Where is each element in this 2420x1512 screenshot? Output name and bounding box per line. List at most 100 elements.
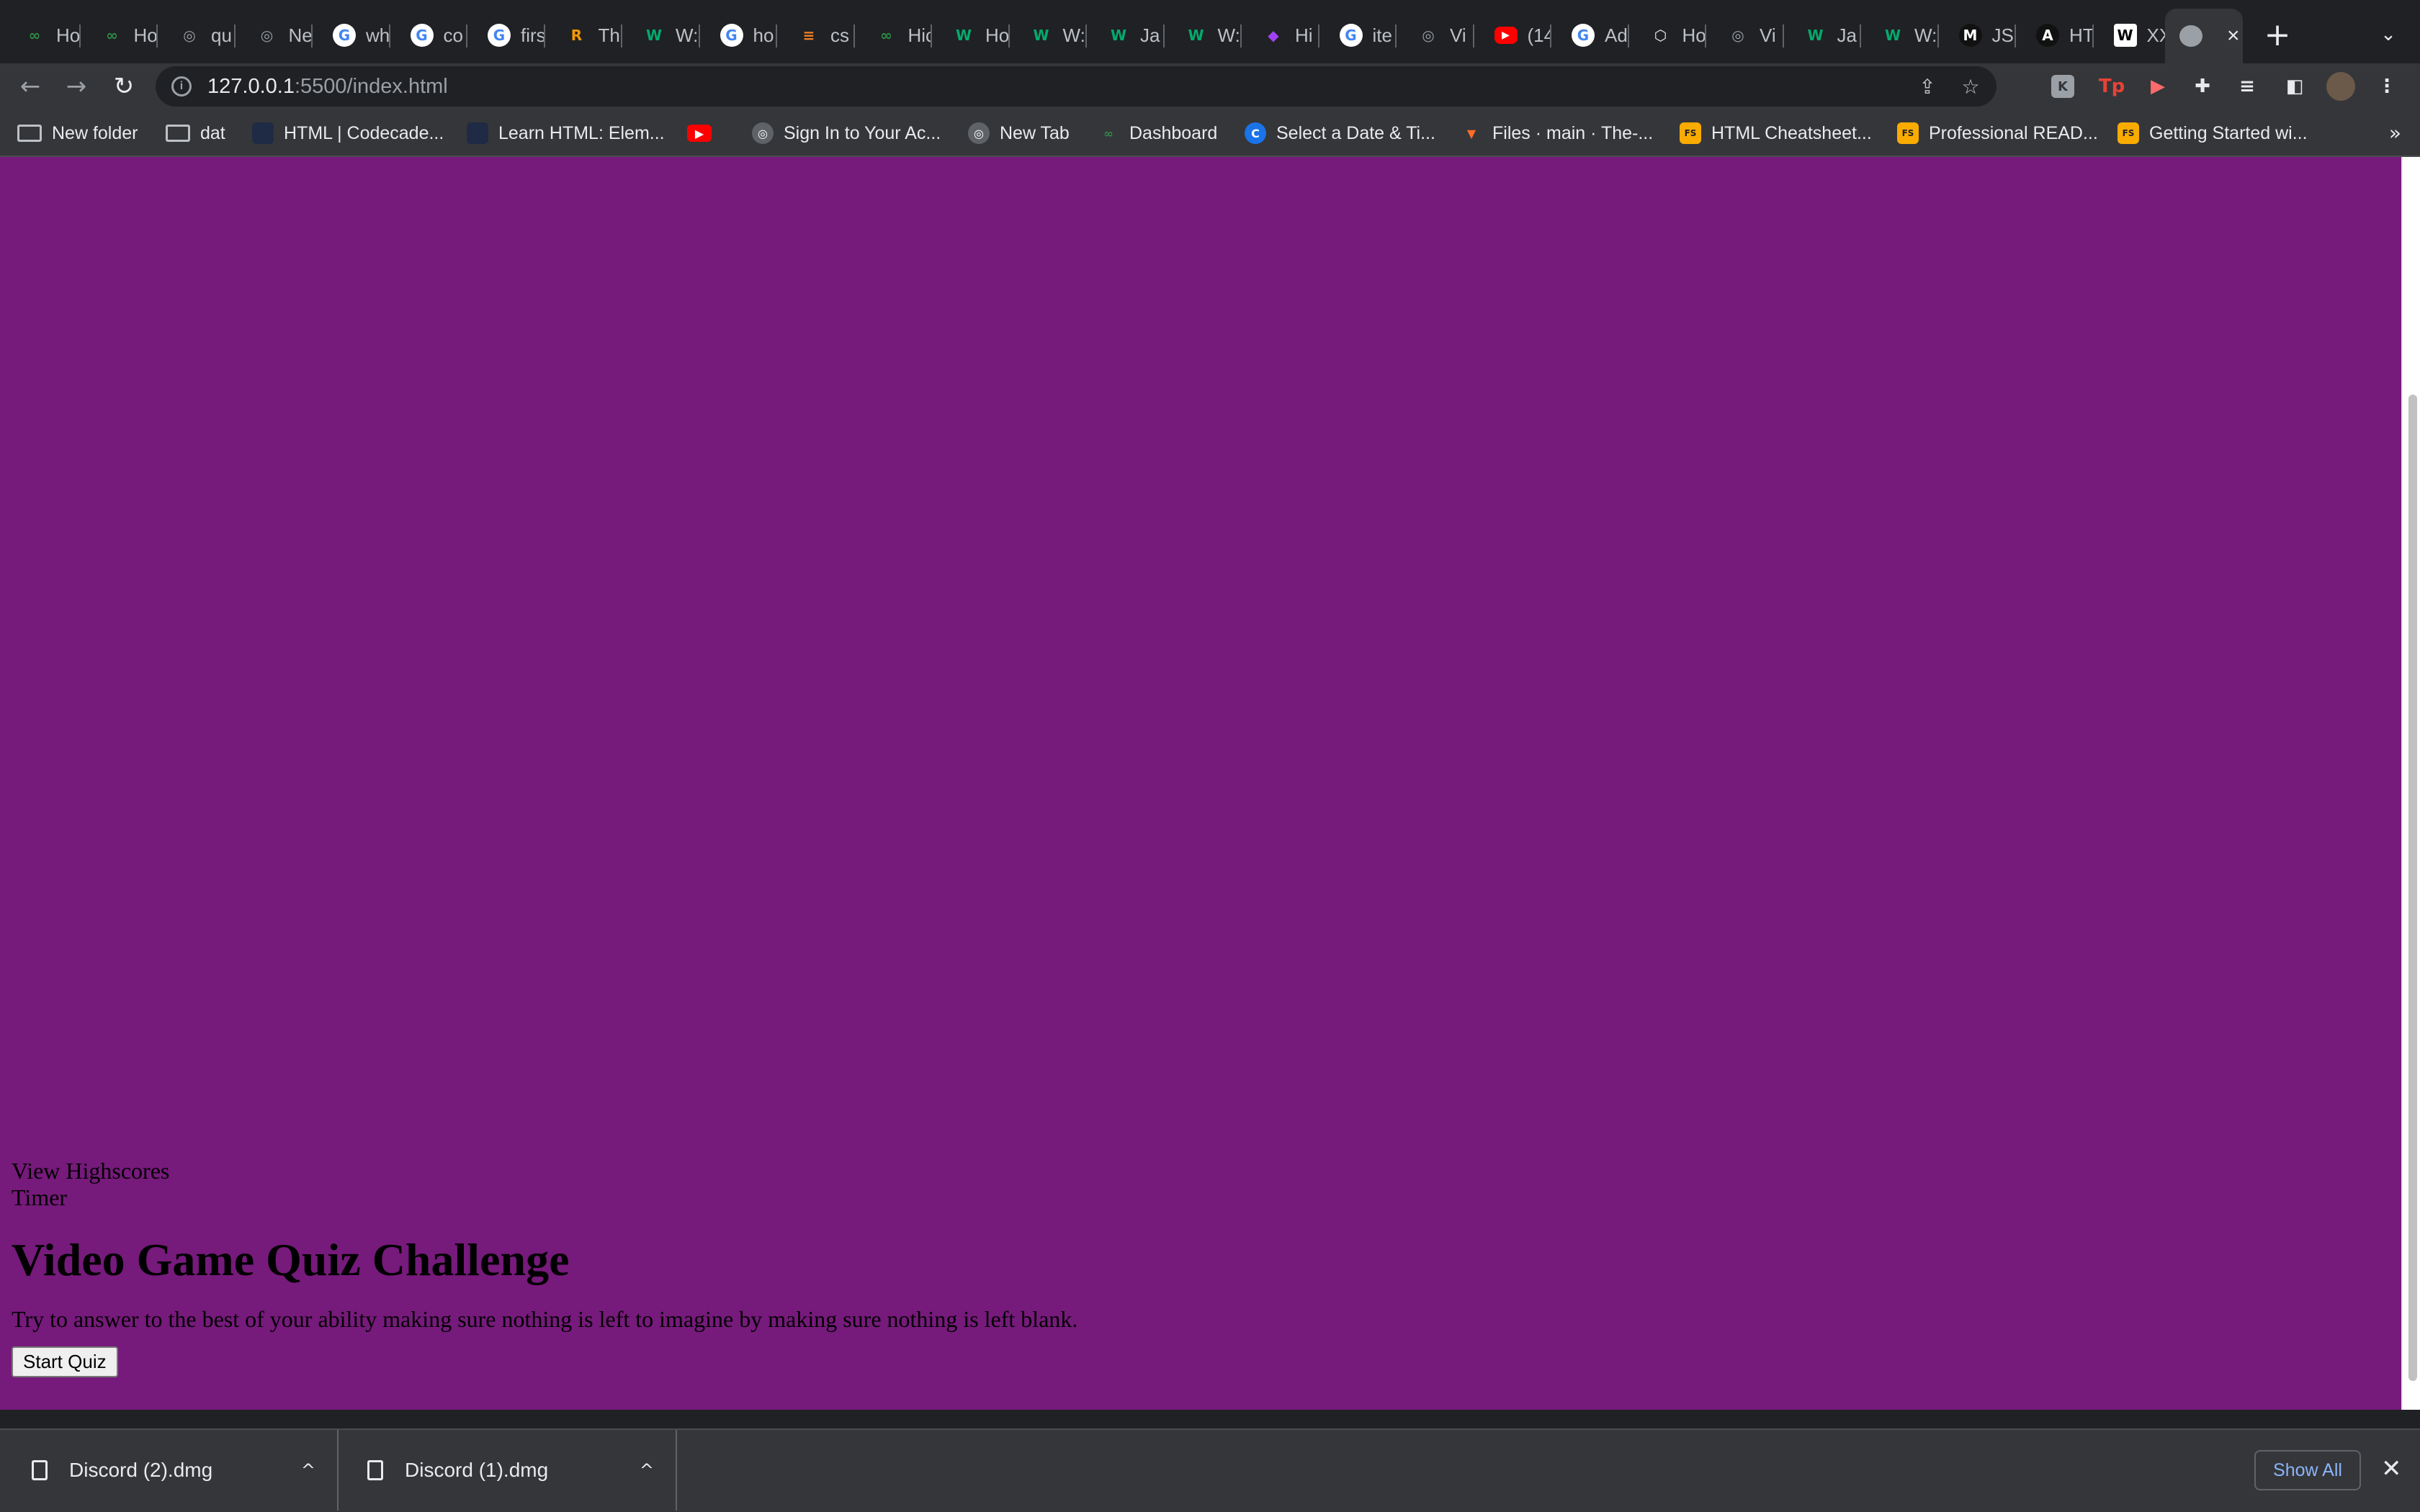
browser-tab[interactable]: Gho xyxy=(700,13,777,58)
globe-icon: ◎ xyxy=(968,122,990,144)
bookmark-label: New Tab xyxy=(1000,122,1070,143)
new-tab-button[interactable]: + xyxy=(2260,16,2295,53)
chevron-up-icon[interactable]: ^ xyxy=(640,1460,654,1480)
vertical-scrollbar-thumb[interactable] xyxy=(2408,395,2417,1381)
download-shelf: Discord (2).dmg ^ Discord (1).dmg ^ Show… xyxy=(0,1428,2420,1512)
vertical-scrollbar[interactable] xyxy=(2401,157,2420,1410)
tab-title: Ja xyxy=(1140,24,1160,46)
view-highscores-link[interactable]: View Highscores xyxy=(12,1158,1077,1184)
bookmark-item[interactable]: ▶ xyxy=(687,120,722,147)
browser-tab[interactable]: W W: xyxy=(1861,13,1939,58)
chevron-up-icon[interactable]: ^ xyxy=(301,1460,315,1480)
bookmark-item[interactable]: FS HTML Cheatsheet... xyxy=(1680,120,1872,147)
browser-tab[interactable]: ◎ Vi xyxy=(1706,13,1784,58)
bookmark-item[interactable]: HTML | Codecade... xyxy=(252,120,444,147)
bookmark-item[interactable]: ▼ Files · main · The-... xyxy=(1461,120,1653,147)
tab-search-button[interactable]: ⌄ xyxy=(2374,17,2403,52)
tab-strip: ∞ Ho ∞ Ho ◎ qu ◎ Ne Gwh Gco Gfirs R Th W W: Gho ≡ cs ∞ Hic W… xyxy=(0,0,2420,63)
google-icon: G xyxy=(410,24,434,47)
browser-tab[interactable]: W W: xyxy=(622,13,700,58)
profile-avatar[interactable] xyxy=(2326,72,2355,101)
tp-extension-icon[interactable]: Tp xyxy=(2099,73,2125,99)
browser-tab[interactable]: ◎ Vi xyxy=(1397,13,1474,58)
leaf-icon: ∞ xyxy=(1103,126,1113,140)
download-filename: Discord (1).dmg xyxy=(405,1459,549,1481)
browser-tab[interactable]: ◎ qu xyxy=(158,13,236,58)
browser-tab[interactable]: W XX xyxy=(2094,13,2171,58)
browser-tab[interactable]: W Ho xyxy=(932,13,1010,58)
tab-title: Ne xyxy=(288,24,313,46)
browser-tab[interactable]: M JS xyxy=(1939,13,2016,58)
browser-tab[interactable]: A HT xyxy=(2016,13,2094,58)
show-all-downloads-button[interactable]: Show All xyxy=(2254,1450,2361,1490)
start-quiz-button[interactable]: Start Quiz xyxy=(12,1346,118,1377)
close-download-shelf-icon[interactable]: ✕ xyxy=(2381,1454,2402,1483)
bookmark-item[interactable]: dat xyxy=(166,120,225,147)
bookmark-item[interactable]: FS Professional READ... xyxy=(1897,120,2098,147)
tab-active[interactable]: × xyxy=(2165,9,2243,63)
tab-title: W: xyxy=(1217,24,1240,46)
calendly-icon: C xyxy=(1245,122,1266,144)
bookmarks-overflow-button[interactable]: » xyxy=(2389,121,2401,145)
browser-tab[interactable]: Gfirs xyxy=(467,13,545,58)
browser-tab[interactable]: Gco xyxy=(390,13,467,58)
browser-tab[interactable]: G Ad xyxy=(1551,13,1629,58)
browser-tab[interactable]: ◆ Hi xyxy=(1242,13,1319,58)
browser-tab[interactable]: R Th xyxy=(545,13,622,58)
media-control-icon[interactable]: ≡ xyxy=(2234,73,2260,99)
back-button[interactable]: ← xyxy=(13,69,48,104)
browser-tab[interactable]: Gite xyxy=(1319,13,1397,58)
tab-title: Ho xyxy=(1682,24,1706,46)
bookmarks-bar: New folder dat HTML | Codecade... Learn HTM… xyxy=(0,109,2420,157)
globe-icon: ◎ xyxy=(1731,27,1744,44)
browser-tab[interactable]: W W: xyxy=(1010,13,1087,58)
gitlab-icon: ▼ xyxy=(1466,126,1476,140)
globe-icon: ◎ xyxy=(752,122,774,144)
leaf-icon: ∞ xyxy=(106,27,118,44)
browser-tab[interactable]: ⬡ Ho xyxy=(1629,13,1706,58)
reload-button[interactable]: ↻ xyxy=(107,69,141,104)
google-icon: G xyxy=(333,24,356,47)
google-icon: G xyxy=(488,24,511,47)
browser-tab[interactable]: W Ja xyxy=(1087,13,1165,58)
w3-icon: W xyxy=(1033,27,1049,44)
download-item[interactable]: Discord (2).dmg ^ xyxy=(0,1430,339,1511)
extension-icon[interactable]: K xyxy=(2051,75,2074,98)
close-tab-icon[interactable]: × xyxy=(2227,24,2240,48)
tab-title: Th xyxy=(598,24,620,46)
bookmark-item[interactable]: ◎ New Tab xyxy=(968,120,1070,147)
browser-tab[interactable]: Gwh xyxy=(313,13,390,58)
download-item[interactable]: Discord (1).dmg ^ xyxy=(339,1430,677,1511)
bookmark-item[interactable]: ◎ Sign In to Your Ac... xyxy=(752,120,941,147)
tab-title: Ad xyxy=(1605,24,1628,46)
address-bar[interactable]: i 127.0.0.1:5500/index.html ⇪ ☆ xyxy=(156,66,1996,107)
bookmark-item[interactable]: New folder xyxy=(17,120,138,147)
browser-tab[interactable]: ≡ cs xyxy=(777,13,855,58)
browser-tab[interactable]: ▶ (14 xyxy=(1474,13,1551,58)
bookmark-star-icon[interactable]: ☆ xyxy=(1958,73,1984,99)
chrome-icon: ◎ xyxy=(260,27,274,44)
browser-tab[interactable]: ◎ Ne xyxy=(236,13,313,58)
browser-tab[interactable]: ∞ Ho xyxy=(81,13,158,58)
browser-tab[interactable]: ∞ Hic xyxy=(855,13,932,58)
share-icon[interactable]: ⇪ xyxy=(1914,73,1940,99)
w3-icon: W xyxy=(1884,27,1901,44)
forward-button[interactable]: → xyxy=(59,69,94,104)
bookmark-item[interactable]: Learn HTML: Elem... xyxy=(467,120,665,147)
site-info-icon[interactable]: i xyxy=(171,76,192,96)
bookmark-item[interactable]: ∞ Dashboard xyxy=(1098,120,1217,147)
bookmark-item[interactable]: C Select a Date & Ti... xyxy=(1245,120,1435,147)
browser-tab[interactable]: W Ja xyxy=(1784,13,1861,58)
record-extension-icon[interactable]: ▶ xyxy=(2145,73,2171,99)
menu-kebab-icon[interactable]: ⋮ xyxy=(2374,73,2400,99)
w3-icon: W xyxy=(955,27,972,44)
extensions-puzzle-icon[interactable]: ✚ xyxy=(2190,73,2215,99)
tab-title: Ho xyxy=(56,24,81,46)
browser-tab[interactable]: W W: xyxy=(1165,13,1242,58)
side-panel-icon[interactable]: ◧ xyxy=(2282,73,2308,99)
browser-tab[interactable]: ∞ Ho xyxy=(3,13,81,58)
bookmark-item[interactable]: FS Getting Started wi... xyxy=(2118,120,2308,147)
tab-title: W: xyxy=(1062,24,1085,46)
bookmark-label: HTML Cheatsheet... xyxy=(1711,122,1872,143)
google-icon: G xyxy=(1339,24,1363,47)
